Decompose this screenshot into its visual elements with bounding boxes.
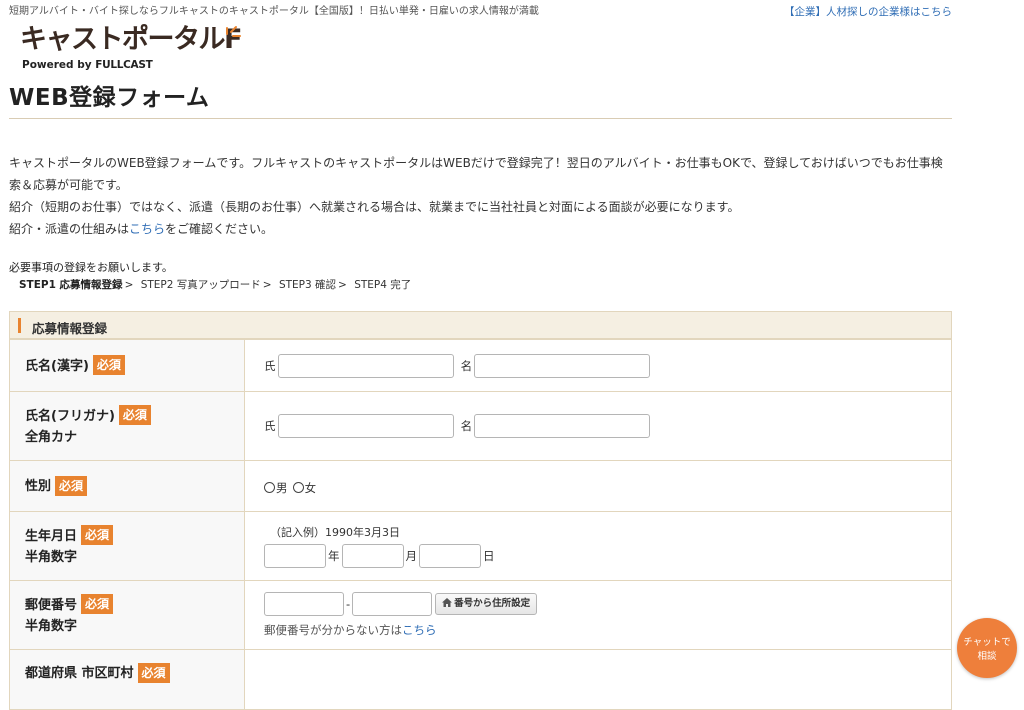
birthdate-example: （記入例）1990年3月3日	[270, 526, 400, 539]
step-separator: >	[262, 279, 272, 291]
radio-circle-icon	[292, 481, 304, 493]
required-badge: 必須	[81, 525, 114, 545]
site-logo[interactable]: キャストポータルF Powered by FULLCAST	[20, 22, 250, 72]
row-gender: 性別 必須 男 女	[9, 460, 952, 512]
field-cell: 氏 名	[244, 391, 952, 461]
field-cell: 氏 名	[244, 339, 952, 392]
title-divider	[9, 118, 952, 119]
step-1: STEP1 応募情報登録	[19, 279, 123, 291]
chat-line-2: 相談	[977, 651, 997, 662]
logo-brand: FULLCAST	[95, 59, 153, 71]
birth-year-input[interactable]	[264, 544, 326, 568]
corporate-link[interactable]: 【企業】人材探しの企業様はこちら	[784, 4, 952, 19]
postal-sublabel: 半角数字	[25, 618, 78, 634]
section-accent-bar	[18, 318, 21, 333]
label-cell: 性別 必須	[9, 460, 245, 512]
row-postal-code: 郵便番号 必須 半角数字 - 番号から住所設定 郵便番号が分からない方はこちら	[9, 580, 952, 650]
intro-line-3: 紹介・派遣の仕組みはこちらをご確認ください。	[9, 218, 952, 240]
postal-code-first-input[interactable]	[264, 592, 344, 616]
step-separator: >	[124, 279, 134, 291]
last-name-kana-input[interactable]	[277, 414, 454, 438]
day-suffix: 日	[483, 549, 495, 563]
year-suffix: 年	[328, 549, 340, 563]
postal-help-pre: 郵便番号が分からない方は	[264, 623, 402, 637]
postal-label: 郵便番号	[25, 597, 78, 613]
required-badge: 必須	[92, 355, 125, 375]
month-suffix: 月	[405, 549, 418, 563]
chat-label: チャットで 相談	[957, 636, 1017, 664]
field-cell: - 番号から住所設定 郵便番号が分からない方はこちら	[244, 580, 952, 650]
label-cell: 都道府県 市区町村 必須	[9, 649, 245, 710]
postal-help-text: 郵便番号が分からない方はこちら	[264, 622, 951, 638]
required-badge: 必須	[81, 594, 114, 614]
gender-male-radio[interactable]: 男	[264, 481, 288, 495]
logo-text: キャストポータル	[20, 24, 226, 55]
logo-spark-icon	[226, 26, 241, 37]
gender-female-label: 女	[304, 480, 317, 495]
field-cell: （記入例）1990年3月3日 年 月 日	[244, 511, 952, 581]
field-cell: 男 女	[244, 460, 952, 512]
logo-tagline: Powered by FULLCAST	[22, 59, 153, 71]
name-kana-label: 氏名(フリガナ)	[25, 408, 115, 424]
chat-line-1: チャットで	[963, 637, 1011, 648]
first-name-kana-input[interactable]	[474, 414, 651, 438]
row-name-kana: 氏名(フリガナ) 必須 全角カナ 氏 名	[9, 391, 952, 461]
row-birthdate: 生年月日 必須 半角数字 （記入例）1990年3月3日 年 月 日	[9, 511, 952, 581]
birthdate-label: 生年月日	[25, 528, 78, 544]
step-4: STEP4 完了	[354, 279, 412, 291]
step-2: STEP2 写真アップロード	[140, 279, 261, 291]
step-3: STEP3 確認	[278, 279, 337, 291]
last-name-kanji-input[interactable]	[277, 353, 454, 378]
first-name-prefix: 名	[460, 358, 473, 373]
name-kanji-label: 氏名(漢字)	[25, 358, 89, 374]
intro-text: キャストポータルのWEB登録フォームです。フルキャストのキャストポータルはWEB…	[9, 152, 952, 240]
gender-female-radio[interactable]: 女	[292, 480, 317, 495]
last-name-prefix: 氏	[264, 358, 276, 373]
site-tagline: 短期アルバイト・バイト探しならフルキャストのキャストポータル【全国版】！日払い単…	[9, 6, 539, 17]
postal-dash: -	[346, 597, 351, 611]
intro-line-2: 紹介（短期のお仕事）ではなく、派遣（長期のお仕事）へ就業される場合は、就業までに…	[9, 200, 740, 214]
last-name-prefix: 氏	[264, 419, 276, 433]
postal-search-link[interactable]: こちら	[402, 623, 437, 637]
request-text: 必要事項の登録をお願いします。	[9, 261, 173, 274]
logo-powered-by: Powered by	[22, 59, 96, 71]
field-cell	[244, 649, 952, 710]
postal-lookup-label: 番号から住所設定	[454, 598, 531, 609]
required-badge: 必須	[118, 405, 151, 425]
house-icon	[442, 598, 453, 607]
first-name-prefix: 名	[460, 419, 473, 433]
label-cell: 郵便番号 必須 半角数字	[9, 580, 245, 650]
label-cell: 氏名(フリガナ) 必須 全角カナ	[9, 391, 245, 461]
step-indicator: STEP1 応募情報登録 > STEP2 写真アップロード > STEP3 確認 > …	[19, 277, 411, 292]
chat-consult-button[interactable]: チャットで 相談	[957, 618, 1017, 678]
page-title: WEB登録フォーム	[9, 85, 210, 111]
postal-code-second-input[interactable]	[352, 592, 433, 616]
intro-line-1: キャストポータルのWEB登録フォームです。フルキャストのキャストポータルはWEB…	[9, 156, 943, 192]
radio-circle-icon	[264, 481, 275, 493]
gender-male-label: 男	[276, 480, 288, 495]
step-separator: >	[338, 279, 347, 291]
name-kana-sublabel: 全角カナ	[25, 429, 78, 445]
label-cell: 生年月日 必須 半角数字	[9, 511, 245, 581]
section-title: 応募情報登録	[32, 321, 108, 336]
birth-day-input[interactable]	[419, 544, 481, 568]
row-name-kanji: 氏名(漢字) 必須 氏 名	[9, 339, 952, 392]
first-name-kanji-input[interactable]	[474, 353, 651, 378]
row-prefecture: 都道府県 市区町村 必須	[9, 649, 952, 710]
system-info-link[interactable]: こちら	[129, 222, 165, 236]
intro-line-3-pre: 紹介・派遣の仕組みは	[9, 222, 130, 236]
required-badge: 必須	[137, 662, 170, 683]
intro-line-3-post: をご確認ください。	[165, 222, 274, 236]
postal-lookup-button[interactable]: 番号から住所設定	[435, 593, 538, 615]
form-section-header: 応募情報登録	[9, 311, 952, 339]
birthdate-sublabel: 半角数字	[25, 549, 78, 565]
registration-form: 氏名(漢字) 必須 氏 名 氏名(フリガナ) 必須 全角カナ 氏 名 性別 必須 男	[9, 339, 952, 710]
birth-month-input[interactable]	[341, 544, 404, 568]
gender-label: 性別	[25, 479, 52, 494]
label-cell: 氏名(漢字) 必須	[9, 339, 245, 392]
logo-wordmark: キャストポータルF	[20, 22, 242, 58]
prefecture-label: 都道府県 市区町村	[25, 666, 134, 681]
required-badge: 必須	[55, 475, 88, 496]
